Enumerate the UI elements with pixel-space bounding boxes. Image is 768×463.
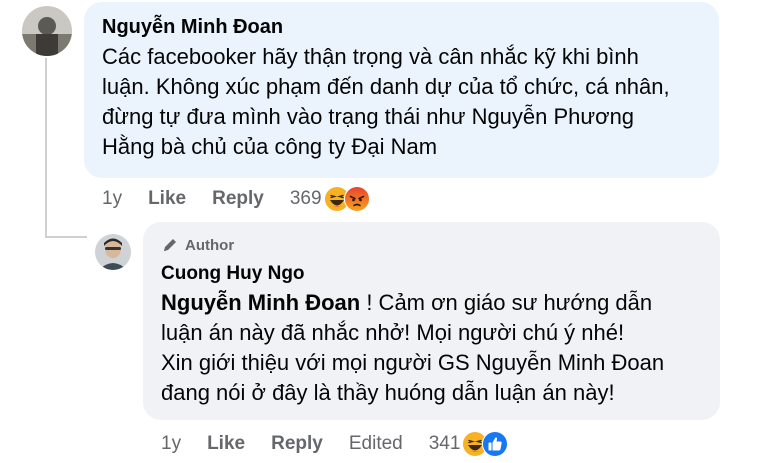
like-button[interactable]: Like (148, 188, 186, 210)
thread-line-branch (45, 236, 87, 238)
reply-button[interactable]: Reply (271, 433, 323, 455)
comment-timestamp[interactable]: 1y (102, 188, 122, 210)
comment-text: Nguyễn Minh Đoan ! Cảm ơn giáo sư hướng … (161, 288, 664, 408)
reaction-summary[interactable]: 369 (290, 186, 370, 212)
comment-line: luận án này đã nhắc nhở! Mọi người chú ý… (161, 320, 625, 345)
author-badge: Author (161, 236, 234, 254)
comment-timestamp[interactable]: 1y (161, 433, 181, 455)
comment-text: Các facebooker hãy thận trọng và cân nhắ… (102, 42, 670, 162)
reaction-count: 341 (428, 433, 461, 454)
comment-line: Hằng bà chủ của công ty Đại Nam (102, 134, 438, 159)
edited-label: Edited (348, 433, 403, 454)
thread-line-vertical (45, 58, 47, 238)
pencil-icon (164, 239, 176, 251)
mention-link[interactable]: Nguyễn Minh Đoan (161, 290, 360, 315)
comment-author[interactable]: Cuong Huy Ngo (161, 263, 305, 285)
reply-button[interactable]: Reply (212, 188, 264, 210)
comment-line: Các facebooker hãy thận trọng và cân nhắ… (102, 44, 639, 69)
comment-line-rest: ! Cảm ơn giáo sư hướng dẫn (360, 290, 653, 315)
comment-line: đừng tự đưa mình vào trạng thái như Nguy… (102, 104, 635, 129)
angry-icon (343, 186, 370, 212)
reaction-count: 369 (289, 188, 322, 209)
comment-line: Nguyễn Minh Đoan ! Cảm ơn giáo sư hướng … (161, 288, 664, 318)
avatar[interactable] (22, 6, 72, 56)
avatar[interactable] (95, 234, 131, 270)
like-icon (482, 431, 509, 457)
comment-line: luận. Không xúc phạm đến danh dự của tổ … (102, 74, 670, 99)
author-badge-label: Author (185, 236, 235, 254)
comment-actions: 1y Like Reply 369 (102, 186, 370, 212)
like-button[interactable]: Like (207, 433, 245, 455)
reaction-summary[interactable]: 341 (429, 431, 509, 457)
comment-author[interactable]: Nguyễn Minh Đoan (102, 16, 283, 39)
comment-line: Xin giới thiệu với mọi người GS Nguyễn M… (161, 350, 665, 375)
comment-line: đang nói ở đây là thầy huóng dẫn luận án… (161, 380, 615, 405)
comment-actions: 1y Like Reply Edited 341 (161, 431, 509, 457)
